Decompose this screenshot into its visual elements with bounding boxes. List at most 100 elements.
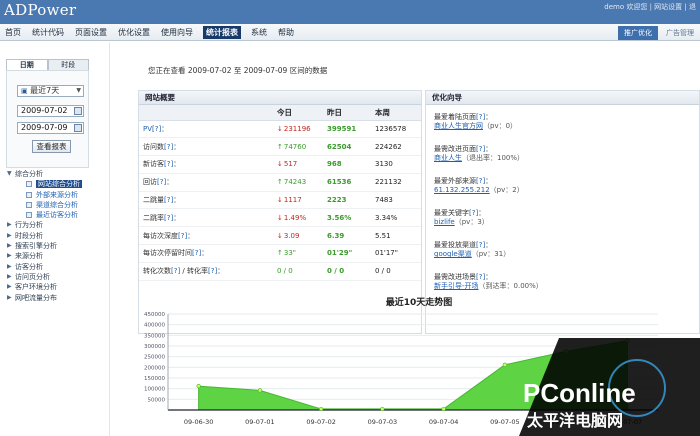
expand-right-icon[interactable]: ▶ [7, 231, 12, 241]
colon: ： [161, 124, 169, 133]
guide-suffix: （退出率：100%） [462, 154, 525, 162]
nav-item-4[interactable]: 使用向导 [160, 26, 194, 39]
expand-right-icon[interactable]: ▶ [7, 293, 12, 303]
expand-right-icon[interactable]: ▶ [7, 272, 12, 282]
tree-subitem-0[interactable]: 网站综合分析 [6, 179, 106, 189]
ad-manage-link[interactable]: 广告管理 [666, 28, 694, 38]
metric-label: 回访[?]： [139, 173, 277, 192]
data-point [380, 406, 385, 412]
expand-right-icon[interactable]: ▶ [7, 220, 12, 230]
tree-item-4[interactable]: ▶ 来源分析 [6, 251, 106, 261]
help-link[interactable]: [?] [476, 177, 485, 185]
app-logo[interactable]: ADPower [4, 1, 76, 19]
help-link[interactable]: [?] [157, 178, 166, 186]
watermark-subtext: 太平洋电脑网 [526, 411, 623, 430]
yesterday-value: 3.56% [327, 208, 375, 228]
nav-item-2[interactable]: 页面设置 [74, 26, 108, 39]
metric-name: 每访次深度 [143, 231, 178, 240]
tree-item-6[interactable]: ▶ 访问页分析 [6, 272, 106, 282]
help-link[interactable]: [?] [476, 113, 485, 121]
range-select[interactable]: ▣ 最近7天 ▼ [17, 85, 84, 97]
today-number: 517 [283, 160, 298, 169]
help-link[interactable]: [?] [469, 209, 478, 217]
tree-subitem-1[interactable]: 外部来源分析 [6, 190, 106, 200]
expand-right-icon[interactable]: ▶ [7, 241, 12, 251]
site-summary-title: 网站概要 [139, 91, 421, 105]
guide-link[interactable]: google渠道 [434, 250, 472, 258]
help-link[interactable]: [?] [164, 160, 173, 168]
calendar-icon[interactable] [74, 124, 82, 132]
expand-down-icon[interactable]: ▼ [7, 169, 12, 179]
calendar-icon[interactable] [74, 107, 82, 115]
nav-item-5[interactable]: 统计报表 [203, 26, 241, 39]
help-link[interactable]: [?] [164, 196, 173, 204]
colon: ： [217, 267, 225, 276]
tree-item-0[interactable]: ▼ 综合分析 [6, 169, 106, 179]
guide-link[interactable]: 商业人生官方网 [434, 122, 483, 130]
week-value: 3130 [375, 155, 421, 174]
colon: ： [485, 241, 493, 249]
tree-item-1[interactable]: ▶ 行为分析 [6, 220, 106, 230]
tree-subitem-label: 外部来源分析 [36, 190, 78, 199]
nav-item-7[interactable]: 帮助 [277, 26, 295, 39]
start-date-field[interactable]: 2009-07-02 [17, 105, 84, 117]
colon: ： [166, 178, 174, 187]
table-header-row: 今日 昨日 本周 [139, 105, 421, 121]
tree-item-2[interactable]: ▶ 时段分析 [6, 231, 106, 241]
help-link[interactable]: [?] [208, 267, 217, 275]
nav-actions: 推广优化 广告管理 [618, 26, 694, 40]
tree-subitem-3[interactable]: 最近访客分析 [6, 210, 106, 220]
expand-right-icon[interactable]: ▶ [7, 282, 12, 292]
nav-item-6[interactable]: 系统 [250, 26, 268, 39]
site-summary-rows: PV[?]： ↓231196 399591 1236578 访问数[?]： ↑74760 6… [139, 120, 421, 281]
guide-item-title: 最爱着陆页面[?]： [434, 113, 517, 122]
metric-name[interactable]: PV [143, 125, 152, 133]
help-link[interactable]: [?] [178, 232, 187, 240]
metric-name: 二跳率 [143, 213, 164, 222]
yesterday-value: 399591 [327, 120, 375, 139]
top-bar: ADPower demo 欢迎您 | 网站设置 | 退 [0, 0, 700, 24]
tree-item-7[interactable]: ▶ 客户环境分析 [6, 282, 106, 292]
nav-item-1[interactable]: 统计代码 [31, 26, 65, 39]
guide-item-title: 最爱投放渠道[?]： [434, 241, 510, 250]
guide-item-title: 最爱关键字[?]： [434, 209, 489, 218]
today-number: 74760 [283, 142, 307, 151]
separator: / [180, 267, 187, 276]
tree-subitem-2[interactable]: 渠道综合分析 [6, 200, 106, 210]
help-link[interactable]: [?] [192, 249, 201, 257]
guide-item-value: bizlife（pv：3） [434, 218, 489, 227]
help-link[interactable]: [?] [164, 143, 173, 151]
end-date-field[interactable]: 2009-07-09 [17, 122, 84, 134]
help-link[interactable]: [?] [164, 214, 173, 222]
arrow-up-icon: ↑ [277, 142, 283, 151]
metric-name: 二跳量 [143, 196, 164, 205]
query-report-button[interactable]: 查看报表 [32, 140, 71, 153]
yesterday-value: 61536 [327, 173, 375, 192]
expand-right-icon[interactable]: ▶ [7, 262, 12, 272]
help-link[interactable]: [?] [476, 145, 485, 153]
y-tick-label: 250000 [144, 355, 165, 361]
expand-right-icon[interactable]: ▶ [7, 251, 12, 261]
table-row: 每访次深度[?]： ↓3.09 6.39 5.51 [139, 226, 421, 246]
tree-item-3[interactable]: ▶ 搜索引擎分析 [6, 241, 106, 251]
guide-link[interactable]: 61.132.255.212 [434, 186, 490, 194]
tree-item-8[interactable]: ▶ 网吧流量分布 [6, 293, 106, 303]
colon: ： [173, 196, 181, 205]
guide-link[interactable]: 商业人生 [434, 154, 462, 162]
top-links[interactable]: demo 欢迎您 | 网站设置 | 退 [604, 2, 696, 12]
nav-item-0[interactable]: 首页 [4, 26, 22, 39]
nav-item-3[interactable]: 优化设置 [117, 26, 151, 39]
guide-suffix: （pv：2） [489, 186, 524, 194]
metric-label: 每访次停留时间[?]： [139, 244, 277, 263]
guide-title-text: 最爱外部来源 [434, 177, 476, 185]
metric-label: 新访客[?]： [139, 155, 277, 174]
y-tick-label: 200000 [144, 365, 165, 371]
help-link[interactable]: [?] [476, 273, 485, 281]
help-link[interactable]: [?] [152, 125, 161, 133]
help-link[interactable]: [?] [171, 267, 180, 275]
help-link[interactable]: [?] [476, 241, 485, 249]
tree-item-5[interactable]: ▶ 访客分析 [6, 262, 106, 272]
promo-button[interactable]: 推广优化 [618, 26, 658, 40]
guide-link[interactable]: bizlife [434, 218, 455, 226]
col-label-header [139, 105, 277, 121]
